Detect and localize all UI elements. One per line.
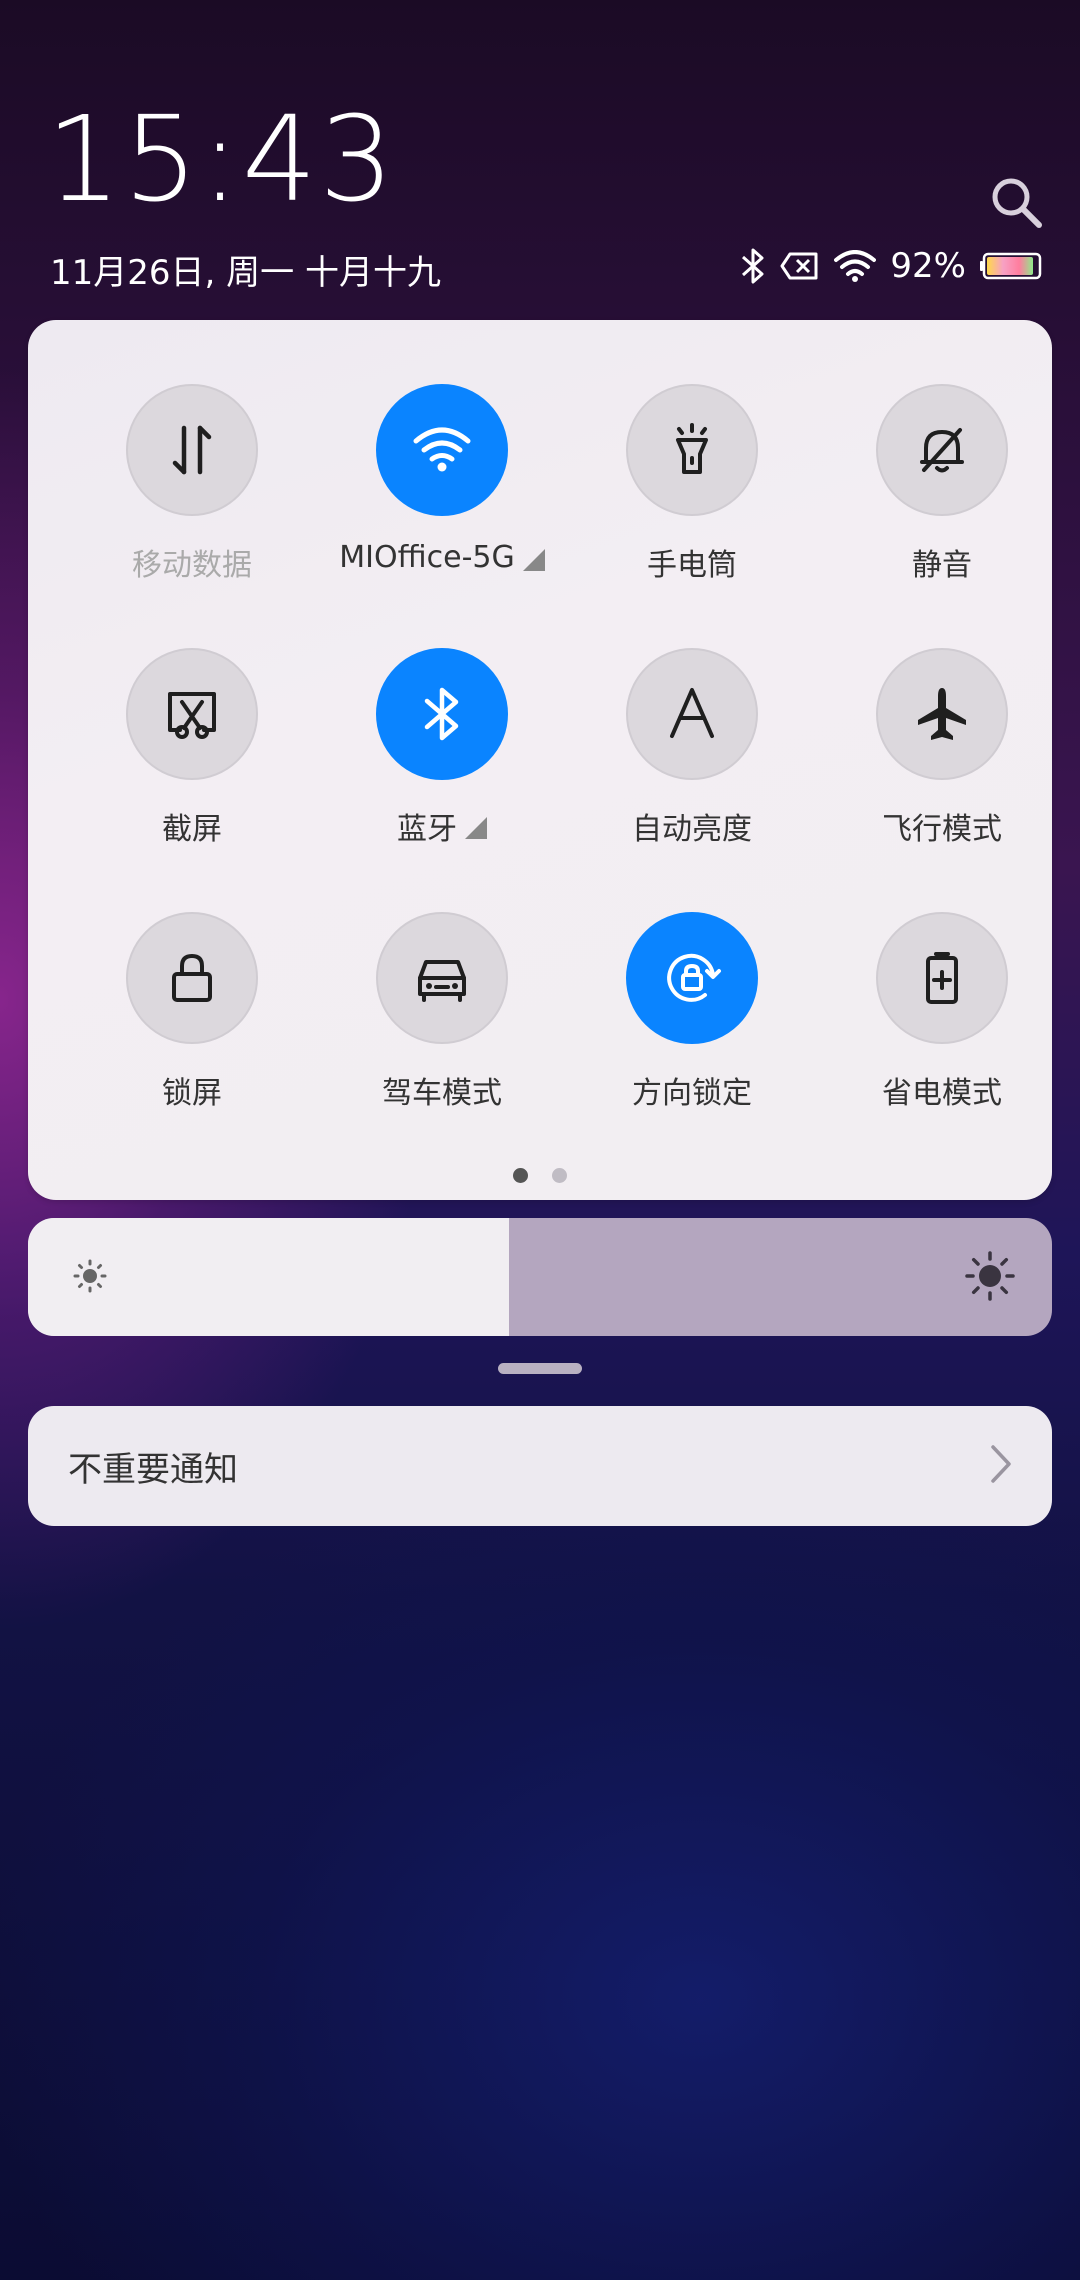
wifi-icon [834,250,877,282]
tile-airplane[interactable]: 飞行模式 [817,648,1067,868]
tile-battery-saver[interactable]: 省电模式 [817,912,1067,1132]
bluetooth-icon [740,246,766,286]
tile-label-text: 省电模式 [882,1076,1002,1111]
rotation-lock-icon [626,912,758,1044]
brightness-high-icon [964,1250,1016,1306]
quick-settings-panel: 移动数据 MIOffice-5G 手电筒 静音截屏 蓝牙 自动亮度 飞行模式锁屏 驾车模式 方向… [28,320,1052,1200]
lock-icon [126,912,258,1044]
clock-time[interactable]: 15:43 [46,100,396,218]
brightness-low-icon [70,1256,110,1300]
airplane-icon [876,648,1008,780]
tile-label-text: MIOffice-5G [339,540,515,575]
tile-label: 自动亮度 [632,804,752,848]
tile-lock[interactable]: 锁屏 [67,912,317,1132]
tile-label-text: 截屏 [162,812,222,847]
mobile-data-icon [126,384,258,516]
tile-label-text: 驾车模式 [382,1076,502,1111]
tile-screenshot[interactable]: 截屏 [67,648,317,868]
page-indicator [28,1168,1052,1183]
tile-label: 锁屏 [162,1068,222,1112]
unimportant-notifications-label: 不重要通知 [68,1449,238,1490]
tile-label: 移动数据 [132,540,252,584]
page-dot-2[interactable] [552,1168,567,1183]
page-dot-1[interactable] [513,1168,528,1183]
car-icon [376,912,508,1044]
battery-saver-icon [876,912,1008,1044]
bluetooth-icon [376,648,508,780]
chevron-right-icon [988,1443,1014,1489]
expand-triangle-icon[interactable] [522,548,545,571]
tile-label-text: 锁屏 [162,1076,222,1111]
brightness-slider[interactable] [28,1218,1052,1336]
status-bar-right: 92% [740,242,1046,290]
tile-label-text: 静音 [912,548,972,583]
panel-drag-handle[interactable] [498,1363,582,1374]
tile-label-text: 手电筒 [647,548,737,583]
tile-mute-bell[interactable]: 静音 [817,384,1067,604]
tile-label-text: 自动亮度 [632,812,752,847]
tile-rotation-lock[interactable]: 方向锁定 [567,912,817,1132]
tile-mobile-data[interactable]: 移动数据 [67,384,317,604]
tile-label: 静音 [912,540,972,584]
tile-label-text: 蓝牙 [397,812,457,847]
tile-label-text: 飞行模式 [882,812,1002,847]
tile-flashlight[interactable]: 手电筒 [567,384,817,604]
tile-label: 省电模式 [882,1068,1002,1112]
date-label[interactable]: 11月26日, 周一 十月十九 [50,245,441,294]
tile-bluetooth[interactable]: 蓝牙 [317,648,567,868]
flashlight-icon [626,384,758,516]
no-sim-icon [780,251,820,281]
battery-icon [980,251,1046,281]
tile-label: 方向锁定 [632,1068,752,1112]
tile-label: 驾车模式 [382,1068,502,1112]
tile-car[interactable]: 驾车模式 [317,912,567,1132]
tile-label: 手电筒 [647,540,737,584]
screenshot-icon [126,648,258,780]
search-icon [992,178,1042,228]
tile-wifi[interactable]: MIOffice-5G [317,384,567,604]
tile-label: 蓝牙 [397,804,487,848]
tile-label-text: 移动数据 [132,548,252,583]
tile-auto-brightness[interactable]: 自动亮度 [567,648,817,868]
tile-label: 飞行模式 [882,804,1002,848]
auto-brightness-icon [626,648,758,780]
tile-label-text: 方向锁定 [632,1076,752,1111]
tile-label: MIOffice-5G [339,540,545,575]
expand-triangle-icon[interactable] [465,817,487,839]
unimportant-notifications-row[interactable]: 不重要通知 [28,1406,1052,1526]
search-button[interactable] [988,174,1044,230]
mute-bell-icon [876,384,1008,516]
wifi-icon [376,384,508,516]
tile-label: 截屏 [162,804,222,848]
battery-percent: 92% [890,246,966,286]
